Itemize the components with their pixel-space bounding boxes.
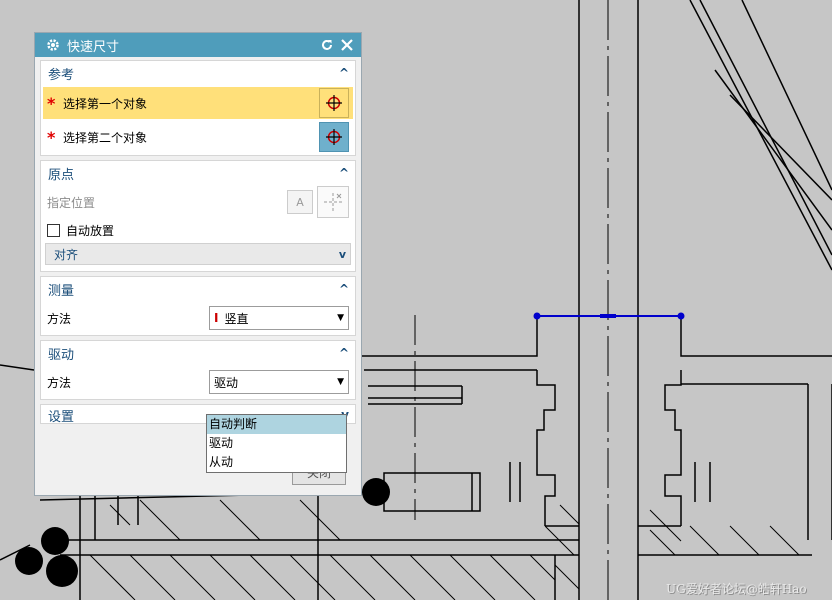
dropdown-arrow-icon: ▼ — [337, 377, 344, 387]
driving-method-row: 方法 驱动 ▼ — [43, 367, 353, 397]
reset-icon[interactable] — [319, 37, 335, 53]
driving-section-header[interactable]: 驱动 ^ — [41, 341, 355, 365]
auto-place-checkbox[interactable] — [47, 223, 60, 237]
collapse-chevron-icon[interactable]: ^ — [339, 282, 349, 296]
driving-method-dropdown-list[interactable]: 自动判断 驱动 从动 — [206, 414, 347, 473]
settings-section-title: 设置 — [48, 409, 75, 424]
chevron-down-icon: v — [338, 247, 346, 261]
specify-location-label: 指定位置 — [47, 195, 96, 210]
first-object-picker-button[interactable] — [319, 88, 349, 118]
crosshair-icon — [326, 129, 342, 145]
first-object-label: 选择第一个对象 — [63, 96, 148, 111]
measure-method-row: 方法 I 竖直 ▼ — [43, 303, 353, 333]
text-placement-icon[interactable]: A — [287, 190, 313, 214]
measure-section-title: 测量 — [48, 283, 75, 299]
crosshair-icon — [326, 95, 342, 111]
driving-method-value: 驱动 — [214, 375, 239, 390]
measure-method-label: 方法 — [47, 311, 72, 326]
required-star-icon: * — [47, 127, 56, 147]
dropdown-arrow-icon: ▼ — [337, 313, 344, 323]
measure-method-select[interactable]: I 竖直 ▼ — [209, 306, 349, 330]
align-label: 对齐 — [54, 247, 79, 262]
origin-section-header[interactable]: 原点 ^ — [41, 161, 355, 185]
origin-section: 原点 ^ 指定位置 A 自动放置 对齐 v — [40, 160, 356, 272]
driving-section-title: 驱动 — [48, 347, 75, 363]
dialog-titlebar[interactable]: 快速尺寸 — [35, 33, 361, 57]
second-object-row[interactable]: * 选择第二个对象 — [43, 121, 353, 153]
second-object-picker-button[interactable] — [319, 122, 349, 152]
specify-location-row: 指定位置 A — [43, 186, 353, 218]
close-icon[interactable] — [339, 37, 355, 53]
dialog-title: 快速尺寸 — [67, 39, 120, 55]
gear-icon[interactable] — [45, 37, 61, 53]
vertical-dimension-icon: I — [214, 311, 219, 325]
collapse-chevron-icon[interactable]: ^ — [339, 66, 349, 80]
watermark: UG爱好者论坛@皓轩Hao — [666, 582, 807, 596]
measure-method-value: 竖直 — [224, 311, 249, 326]
auto-place-row[interactable]: 自动放置 — [43, 219, 353, 241]
collapse-chevron-icon[interactable]: ^ — [339, 346, 349, 360]
driving-method-select[interactable]: 驱动 ▼ — [209, 370, 349, 394]
collapse-chevron-icon[interactable]: ^ — [339, 166, 349, 180]
dropdown-option-auto[interactable]: 自动判断 — [207, 415, 346, 434]
second-object-label: 选择第二个对象 — [63, 130, 148, 145]
reference-section-header[interactable]: 参考 ^ — [41, 61, 355, 85]
point-dialog-icon[interactable] — [317, 186, 349, 218]
align-expander[interactable]: 对齐 v — [45, 243, 351, 265]
measure-section-header[interactable]: 测量 ^ — [41, 277, 355, 301]
required-star-icon: * — [47, 93, 56, 113]
first-object-row[interactable]: * 选择第一个对象 — [43, 87, 353, 119]
dropdown-option-driven[interactable]: 从动 — [207, 453, 346, 472]
auto-place-label: 自动放置 — [66, 223, 115, 238]
dropdown-option-driving[interactable]: 驱动 — [207, 434, 346, 453]
reference-section: 参考 ^ * 选择第一个对象 * 选择第二个对象 — [40, 60, 356, 156]
driving-method-label: 方法 — [47, 375, 72, 390]
reference-section-title: 参考 — [48, 67, 75, 83]
driving-section: 驱动 ^ 方法 驱动 ▼ — [40, 340, 356, 400]
origin-section-title: 原点 — [48, 167, 75, 183]
measure-section: 测量 ^ 方法 I 竖直 ▼ — [40, 276, 356, 336]
